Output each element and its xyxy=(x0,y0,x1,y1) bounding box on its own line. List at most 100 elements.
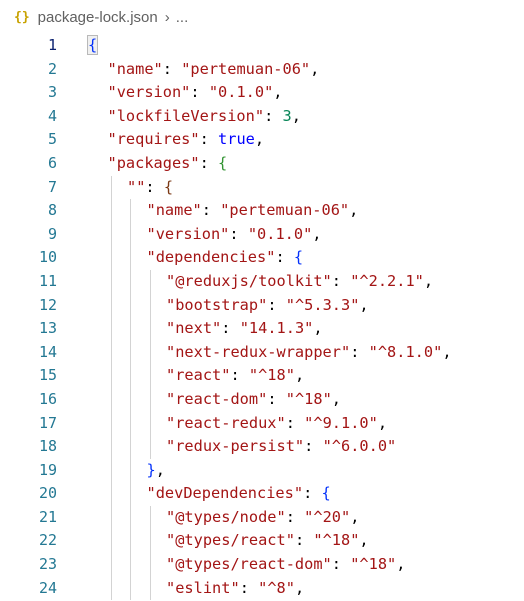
code-token: , xyxy=(312,224,322,243)
code-line[interactable]: 24 "eslint": "^8", xyxy=(0,576,524,601)
code-line[interactable]: 6 "packages": { xyxy=(0,152,524,176)
code-token: , xyxy=(349,201,359,220)
line-number: 13 xyxy=(38,319,57,338)
indent-guide xyxy=(110,387,112,412)
code-editor[interactable]: 1{2 "name": "pertemuan-06", 3 "version": "0… xyxy=(0,34,524,601)
code-line[interactable]: 12 "bootstrap": "^5.3.3", xyxy=(0,293,524,318)
code-line[interactable]: 18 "redux-persist": "^6.0.0" xyxy=(0,435,524,459)
code-token: "next" xyxy=(166,319,222,338)
indent-guide xyxy=(130,222,131,247)
code-token: 3 xyxy=(282,106,292,125)
code-token: , xyxy=(294,366,305,385)
code-line[interactable]: 11 "@reduxjs/toolkit": "^2.2.1", xyxy=(0,269,524,294)
code-token: "redux-persist" xyxy=(166,437,305,456)
code-token: : xyxy=(199,130,219,149)
code-text: "@types/node": "^20", xyxy=(166,506,359,530)
code-token: "react-redux" xyxy=(166,413,286,432)
indent-guide xyxy=(110,175,112,200)
code-token: : xyxy=(303,484,322,503)
code-token: "0.1.0" xyxy=(247,224,313,243)
code-token: : xyxy=(229,224,248,243)
line-number: 6 xyxy=(47,153,57,172)
breadcrumb-more[interactable]: ... xyxy=(176,9,189,26)
code-token: , xyxy=(396,555,406,574)
code-token: , xyxy=(254,130,265,149)
code-token: "version" xyxy=(107,83,191,102)
code-line[interactable]: 8 "name": "pertemuan-06", xyxy=(0,199,524,223)
code-line[interactable]: 17 "react-redux": "^9.1.0", xyxy=(0,411,524,436)
code-text: "name": "pertemuan-06", xyxy=(108,58,320,82)
line-number: 21 xyxy=(38,507,57,526)
indent-guide xyxy=(130,293,131,318)
code-line[interactable]: 1{ xyxy=(0,34,524,58)
code-line[interactable]: 14 "next-redux-wrapper": "^8.1.0", xyxy=(0,340,524,365)
code-line[interactable]: 16 "react-dom": "^18", xyxy=(0,387,524,412)
line-number: 15 xyxy=(38,366,57,385)
code-token: "@types/react" xyxy=(166,531,295,550)
json-file-icon: {} xyxy=(14,9,30,25)
code-text: "eslint": "^8", xyxy=(166,577,304,601)
code-line[interactable]: 5 "requires": true, xyxy=(0,128,524,152)
indent-guide xyxy=(130,458,131,483)
code-token: } xyxy=(146,460,156,479)
code-line[interactable]: 4 "lockfileVersion": 3, xyxy=(0,105,524,129)
breadcrumb: {} package-lock.json › ... xyxy=(0,0,524,34)
code-token: , xyxy=(377,413,388,432)
indent-guide xyxy=(149,529,151,554)
code-line[interactable]: 2 "name": "pertemuan-06", xyxy=(0,58,524,82)
code-token: "react-dom" xyxy=(166,389,268,408)
code-token: { xyxy=(163,177,174,196)
breadcrumb-file[interactable]: package-lock.json xyxy=(38,9,158,26)
line-number: 4 xyxy=(47,106,57,125)
code-line[interactable]: 15 "react": "^18", xyxy=(0,364,524,388)
indent-guide xyxy=(149,340,151,365)
code-token: "^18" xyxy=(350,555,397,574)
code-line[interactable]: 3 "version": "0.1.0", xyxy=(0,81,524,105)
indent-guide xyxy=(110,269,112,294)
code-token: { xyxy=(293,248,304,267)
indent-guide xyxy=(149,576,151,601)
code-token: : xyxy=(331,271,351,290)
code-text: "react": "^18", xyxy=(166,364,304,388)
code-line[interactable]: 10 "dependencies": { xyxy=(0,246,524,270)
indent-guide xyxy=(149,317,151,341)
indent-guide xyxy=(149,293,151,318)
code-token: "version" xyxy=(146,224,230,243)
line-number: 5 xyxy=(47,130,57,149)
code-line[interactable]: 19}, xyxy=(0,458,524,483)
indent-guide xyxy=(110,199,112,223)
line-number: 10 xyxy=(38,248,57,267)
code-token: , xyxy=(359,295,369,314)
indent-guide xyxy=(110,505,112,530)
code-line[interactable]: 9 "version": "0.1.0", xyxy=(0,222,524,247)
code-token: "^18" xyxy=(313,531,360,550)
indent-guide xyxy=(130,411,131,436)
indent-guide xyxy=(130,340,131,365)
indent-guide xyxy=(130,199,131,223)
indent-guide xyxy=(149,505,151,530)
line-number: 19 xyxy=(38,460,57,479)
code-token: "requires" xyxy=(107,130,200,149)
code-line[interactable]: 22 "@types/react": "^18", xyxy=(0,529,524,554)
indent-guide xyxy=(149,435,151,459)
code-line[interactable]: 23 "@types/react-dom": "^18", xyxy=(0,553,524,577)
line-number: 20 xyxy=(38,484,57,503)
code-text: "lockfileVersion": 3, xyxy=(108,105,301,129)
code-token: : xyxy=(145,177,164,196)
indent-guide xyxy=(149,387,151,412)
code-line[interactable]: 21 "@types/node": "^20", xyxy=(0,505,524,530)
code-token: , xyxy=(442,342,452,361)
line-number: 24 xyxy=(38,578,57,597)
code-token: "^18" xyxy=(248,366,295,385)
code-token: , xyxy=(359,531,369,550)
indent-guide xyxy=(130,576,131,601)
code-token: , xyxy=(313,319,323,338)
line-number: 8 xyxy=(47,201,57,220)
code-line[interactable]: 13 "next": "14.1.3", xyxy=(0,317,524,341)
code-line[interactable]: 7 "": { xyxy=(0,175,524,200)
code-token: : xyxy=(267,295,286,314)
code-line[interactable]: 20 "devDependencies": { xyxy=(0,482,524,506)
indent-guide xyxy=(110,246,112,270)
code-token: : xyxy=(201,201,221,220)
code-token: "0.1.0" xyxy=(208,83,274,102)
